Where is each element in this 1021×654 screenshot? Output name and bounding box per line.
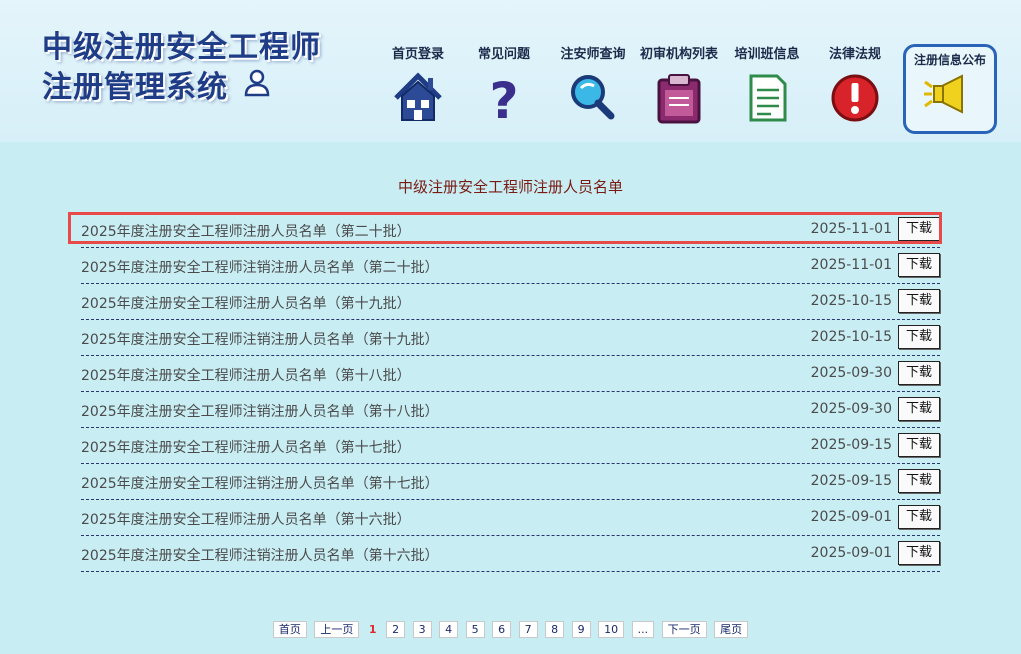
- question-icon: ?: [489, 72, 518, 126]
- download-button[interactable]: 下载: [898, 397, 940, 421]
- download-button[interactable]: 下载: [898, 253, 940, 277]
- megaphone-icon: [924, 74, 963, 114]
- document-icon: [749, 74, 787, 122]
- download-button[interactable]: 下载: [898, 505, 940, 529]
- item-title[interactable]: 2025年度注册安全工程师注册人员名单（第十六批）: [81, 509, 411, 529]
- item-date: 2025-09-01: [810, 509, 892, 525]
- pager-next[interactable]: 下一页: [661, 621, 707, 638]
- page-title: 中级注册安全工程师注册人员名单: [397, 178, 623, 196]
- list-item: 2025年度注册安全工程师注销注册人员名单（第十六批） 2025-09-01 下…: [81, 536, 940, 572]
- highlight-box: [68, 212, 942, 244]
- nav-label: 注安师查询: [560, 47, 626, 62]
- item-title[interactable]: 2025年度注册安全工程师注册人员名单（第十九批）: [81, 293, 411, 313]
- pager-ellipsis[interactable]: ...: [631, 621, 655, 638]
- nav-label: 首页登录: [391, 47, 444, 62]
- magnifier-icon: [571, 75, 615, 120]
- pagination: 首页 上一页 1 2 3 4 5 6 7 8 9 10 ... 下一页 尾页: [0, 621, 1021, 638]
- list-item: 2025年度注册安全工程师注册人员名单（第十七批） 2025-09-15 下载: [81, 428, 940, 464]
- pager-prev[interactable]: 上一页: [314, 621, 360, 638]
- pager-page[interactable]: 5: [465, 621, 485, 638]
- nav-label: 常见问题: [477, 47, 530, 62]
- svg-text:?: ?: [489, 72, 518, 126]
- pager-page[interactable]: 9: [571, 621, 591, 638]
- pager-page[interactable]: 6: [492, 621, 512, 638]
- nav-label: 法律法规: [828, 47, 881, 62]
- item-date: 2025-10-15: [810, 329, 892, 345]
- list-item: 2025年度注册安全工程师注册人员名单（第十六批） 2025-09-01 下载: [81, 500, 940, 536]
- pager-first[interactable]: 首页: [272, 621, 307, 638]
- clipboard-icon: [657, 74, 701, 124]
- nav-home-login[interactable]: 首页登录: [373, 44, 463, 132]
- main-nav: 首页登录 常见问题 ? 注安师查询 初审机构列表 培训班信息 法律法规: [0, 44, 1021, 134]
- item-title[interactable]: 2025年度注册安全工程师注销注册人员名单（第十六批）: [81, 545, 439, 565]
- item-date: 2025-09-30: [810, 365, 892, 381]
- download-button[interactable]: 下载: [898, 325, 940, 349]
- item-title[interactable]: 2025年度注册安全工程师注销注册人员名单（第十九批）: [81, 329, 439, 349]
- item-title[interactable]: 2025年度注册安全工程师注销注册人员名单（第十八批）: [81, 401, 439, 421]
- list-item: 2025年度注册安全工程师注销注册人员名单（第十八批） 2025-09-30 下…: [81, 392, 940, 428]
- download-button[interactable]: 下载: [898, 361, 940, 385]
- download-button[interactable]: 下载: [898, 469, 940, 493]
- pager-page[interactable]: 2: [386, 621, 406, 638]
- pager-page[interactable]: 8: [545, 621, 565, 638]
- item-date: 2025-09-15: [810, 473, 892, 489]
- alert-icon: [831, 74, 879, 122]
- pager-page[interactable]: 4: [439, 621, 459, 638]
- download-button[interactable]: 下载: [898, 289, 940, 313]
- item-title[interactable]: 2025年度注册安全工程师注册人员名单（第十八批）: [81, 365, 411, 385]
- download-button[interactable]: 下载: [898, 433, 940, 457]
- announcement-list: 2025年度注册安全工程师注册人员名单（第二十批） 2025-11-01 下载 …: [81, 212, 940, 572]
- nav-training-info[interactable]: 培训班信息: [722, 44, 812, 132]
- house-icon: [394, 72, 442, 121]
- list-item: 2025年度注册安全工程师注销注册人员名单（第十七批） 2025-09-15 下…: [81, 464, 940, 500]
- pager-current: 1: [368, 623, 377, 636]
- list-item: 2025年度注册安全工程师注册人员名单（第十九批） 2025-10-15 下载: [81, 284, 940, 320]
- item-date: 2025-09-15: [810, 437, 892, 453]
- item-title[interactable]: 2025年度注册安全工程师注销注册人员名单（第十七批）: [81, 473, 439, 493]
- item-date: 2025-09-01: [810, 545, 892, 561]
- pager-last[interactable]: 尾页: [714, 621, 749, 638]
- pager-page[interactable]: 7: [518, 621, 538, 638]
- item-date: 2025-09-30: [810, 401, 892, 417]
- download-button[interactable]: 下载: [898, 541, 940, 565]
- pager-page[interactable]: 3: [412, 621, 432, 638]
- item-title[interactable]: 2025年度注册安全工程师注册人员名单（第十七批）: [81, 437, 411, 457]
- nav-engineer-query[interactable]: 注安师查询: [548, 44, 638, 132]
- nav-label: 初审机构列表: [639, 47, 718, 62]
- item-title[interactable]: 2025年度注册安全工程师注销注册人员名单（第二十批）: [81, 257, 439, 277]
- list-item: 2025年度注册安全工程师注销注册人员名单（第二十批） 2025-11-01 下…: [81, 248, 940, 284]
- list-item: 2025年度注册安全工程师注册人员名单（第十八批） 2025-09-30 下载: [81, 356, 940, 392]
- item-date: 2025-11-01: [810, 257, 892, 273]
- nav-laws[interactable]: 法律法规: [810, 44, 900, 132]
- nav-faq[interactable]: 常见问题 ?: [459, 44, 549, 132]
- nav-registration-announcement[interactable]: 注册信息公布: [903, 44, 997, 134]
- pager-page[interactable]: 10: [598, 621, 625, 638]
- list-item: 2025年度注册安全工程师注销注册人员名单（第十九批） 2025-10-15 下…: [81, 320, 940, 356]
- item-date: 2025-10-15: [810, 293, 892, 309]
- nav-review-agencies[interactable]: 初审机构列表: [634, 44, 724, 132]
- nav-label: 注册信息公布: [913, 53, 986, 67]
- nav-label: 培训班信息: [734, 47, 800, 62]
